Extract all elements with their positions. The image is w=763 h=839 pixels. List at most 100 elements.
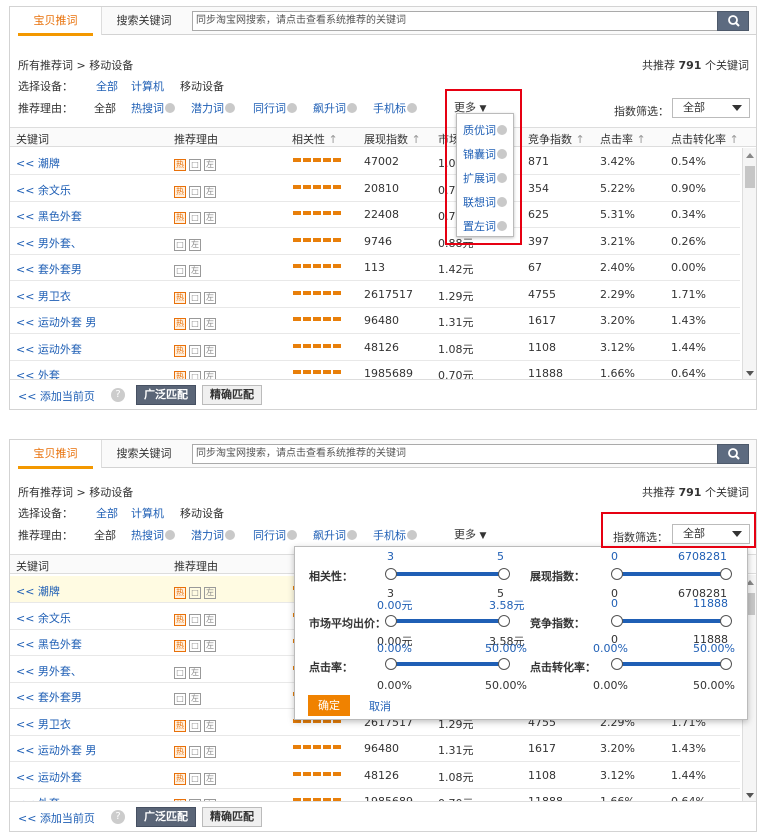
keyword-cell[interactable]: << 男卫衣 <box>16 716 71 732</box>
reason-cell: 热□左 <box>174 314 219 330</box>
add-current-page-link[interactable]: << 添加当前页 <box>18 388 95 404</box>
keyword-cell[interactable]: << 余文乐 <box>16 610 71 626</box>
table-row[interactable]: << 余文乐热□左208100.70元3545.22%0.90% <box>10 175 740 202</box>
scroll-up-icon[interactable] <box>746 153 754 158</box>
more-button[interactable]: 更多 ▼ <box>454 526 486 542</box>
keyword-cell[interactable]: << 黑色外套 <box>16 208 82 224</box>
scroll-thumb[interactable] <box>745 166 755 188</box>
reason-all[interactable]: 全部 <box>94 100 116 116</box>
add-current-page-link[interactable]: << 添加当前页 <box>18 810 95 826</box>
index-filter-label: 指数筛选： <box>614 105 669 118</box>
keyword-cell[interactable]: << 男外套、 <box>16 235 82 251</box>
broad-match-button[interactable]: 广泛匹配 <box>136 807 196 827</box>
confirm-button[interactable]: 确定 <box>308 695 350 716</box>
cvr-cell: 1.44% <box>671 340 706 354</box>
col-show-index[interactable]: 展现指数 ↑ <box>364 131 421 147</box>
relevance-slider-max-handle[interactable] <box>498 568 510 580</box>
keyword-cell[interactable]: << 运动外套 <box>16 769 82 785</box>
reason-potential[interactable]: 潜力词 <box>191 100 235 116</box>
keyword-cell[interactable]: << 余文乐 <box>16 182 71 198</box>
avg-price-slider-max-handle[interactable] <box>498 615 510 627</box>
relevance-slider-min-handle[interactable] <box>385 568 397 580</box>
table-row[interactable]: << 运动外套 男 热 □ 左 96480 1.31元 1617 3.20% 1.43% <box>10 735 740 762</box>
table-row[interactable]: << 运动外套 热 □ 左 48126 1.08元 1108 3.12% 1.44% <box>10 334 740 361</box>
cvr-slider-min-handle[interactable] <box>611 658 623 670</box>
table-row[interactable]: << 黑色外套热□左224080.70元6255.31%0.34% <box>10 201 740 228</box>
reason-rising[interactable]: 飙升词 <box>313 100 357 116</box>
device-computer[interactable]: 计算机 <box>131 78 164 94</box>
col-relevance[interactable]: 相关性 ↑ <box>292 131 338 147</box>
table-scrollbar[interactable] <box>742 148 756 381</box>
search-input[interactable]: 同步淘宝网搜索，请点击查看系统推荐的关键词 <box>192 11 719 31</box>
device-mobile[interactable]: 移动设备 <box>180 78 224 94</box>
help-icon[interactable]: ? <box>111 810 125 824</box>
reason-cell: 热□左 <box>174 583 219 599</box>
search-input[interactable]: 同步淘宝网搜索，请点击查看系统推荐的关键词 <box>192 444 719 464</box>
reason-all[interactable]: 全部 <box>94 527 116 543</box>
competition-slider-max-handle[interactable] <box>720 615 732 627</box>
reason-mobile[interactable]: 手机标 <box>373 527 417 543</box>
tab-item-keywords[interactable]: 宝贝推词 <box>10 440 102 469</box>
competition-slider-min-handle[interactable] <box>611 615 623 627</box>
ctr-cell: 3.42% <box>600 155 635 168</box>
keyword-cell[interactable]: << 运动外套 男 <box>16 742 96 758</box>
tab-search-keywords[interactable]: 搜索关键词 <box>103 7 185 35</box>
reason-potential[interactable]: 潜力词 <box>191 527 235 543</box>
scroll-down-icon[interactable] <box>746 793 754 798</box>
table-row[interactable]: << 男外套、□左97460.88元3973.21%0.26% <box>10 228 740 255</box>
index-filter-select[interactable]: 全部 <box>672 98 750 118</box>
show-index-slider-track[interactable] <box>617 572 727 576</box>
col-competition[interactable]: 竞争指数 ↑ <box>528 131 585 147</box>
relevance-slider-track[interactable] <box>391 572 505 576</box>
keyword-cell[interactable]: << 男卫衣 <box>16 288 71 304</box>
ctr-slider-max-handle[interactable] <box>498 658 510 670</box>
device-all[interactable]: 全部 <box>96 505 118 521</box>
table-row[interactable]: << 男卫衣 热 □ 左 2617517 1.29元 4755 2.29% 1.71% <box>10 281 740 308</box>
help-icon[interactable]: ? <box>111 388 125 402</box>
reason-peer[interactable]: 同行词 <box>253 527 297 543</box>
ctr-slider-track[interactable] <box>391 662 505 666</box>
cancel-link[interactable]: 取消 <box>369 698 391 714</box>
table-row[interactable]: << 运动外套 热 □ 左 48126 1.08元 1108 3.12% 1.44% <box>10 762 740 789</box>
device-computer[interactable]: 计算机 <box>131 505 164 521</box>
avg-price-slider-track[interactable] <box>391 619 505 623</box>
exact-match-button[interactable]: 精确匹配 <box>202 807 262 827</box>
reason-peer[interactable]: 同行词 <box>253 100 297 116</box>
mobile-icon: □ <box>189 212 201 224</box>
broad-match-button[interactable]: 广泛匹配 <box>136 385 196 405</box>
reason-rising[interactable]: 飙升词 <box>313 527 357 543</box>
tab-item-keywords[interactable]: 宝贝推词 <box>10 7 102 36</box>
keyword-cell[interactable]: << 运动外套 <box>16 341 82 357</box>
cvr-slider-track[interactable] <box>617 662 727 666</box>
table-row[interactable]: << 潮牌热□左470021.09元8713.42%0.54% <box>10 148 740 175</box>
reason-hot[interactable]: 热搜词 <box>131 527 175 543</box>
keyword-cell[interactable]: << 黑色外套 <box>16 636 82 652</box>
keyword-cell[interactable]: << 男外套、 <box>16 663 82 679</box>
keyword-cell[interactable]: << 运动外套 男 <box>16 314 96 330</box>
search-button[interactable] <box>717 444 749 464</box>
tab-search-keywords[interactable]: 搜索关键词 <box>103 440 185 468</box>
avg-price-slider-min-handle[interactable] <box>385 615 397 627</box>
cvr-slider-max-handle[interactable] <box>720 658 732 670</box>
competition-slider-track[interactable] <box>617 619 727 623</box>
show-index-slider-max-handle[interactable] <box>720 568 732 580</box>
table-row[interactable]: << 套外套男 □左 113 1.42元 67 2.40% 0.00% <box>10 254 740 281</box>
mobile-icon: □ <box>189 318 201 330</box>
search-button[interactable] <box>717 11 749 31</box>
exact-match-button[interactable]: 精确匹配 <box>202 385 262 405</box>
device-all[interactable]: 全部 <box>96 78 118 94</box>
reason-hot[interactable]: 热搜词 <box>131 100 175 116</box>
keyword-cell[interactable]: << 套外套男 <box>16 261 82 277</box>
show-index-cell: 47002 <box>364 155 399 168</box>
scroll-down-icon[interactable] <box>746 371 754 376</box>
ctr-slider-min-handle[interactable] <box>385 658 397 670</box>
reason-mobile[interactable]: 手机标 <box>373 100 417 116</box>
table-row[interactable]: << 运动外套 男 热 □ 左 96480 1.31元 1617 3.20% 1.43% <box>10 307 740 334</box>
show-index-slider-min-handle[interactable] <box>611 568 623 580</box>
keyword-cell[interactable]: << 套外套男 <box>16 689 82 705</box>
col-cvr[interactable]: 点击转化率 ↑ <box>671 131 739 147</box>
device-mobile[interactable]: 移动设备 <box>180 505 224 521</box>
keyword-cell[interactable]: << 潮牌 <box>16 155 60 171</box>
col-ctr[interactable]: 点击率 ↑ <box>600 131 646 147</box>
keyword-cell[interactable]: << 潮牌 <box>16 583 60 599</box>
